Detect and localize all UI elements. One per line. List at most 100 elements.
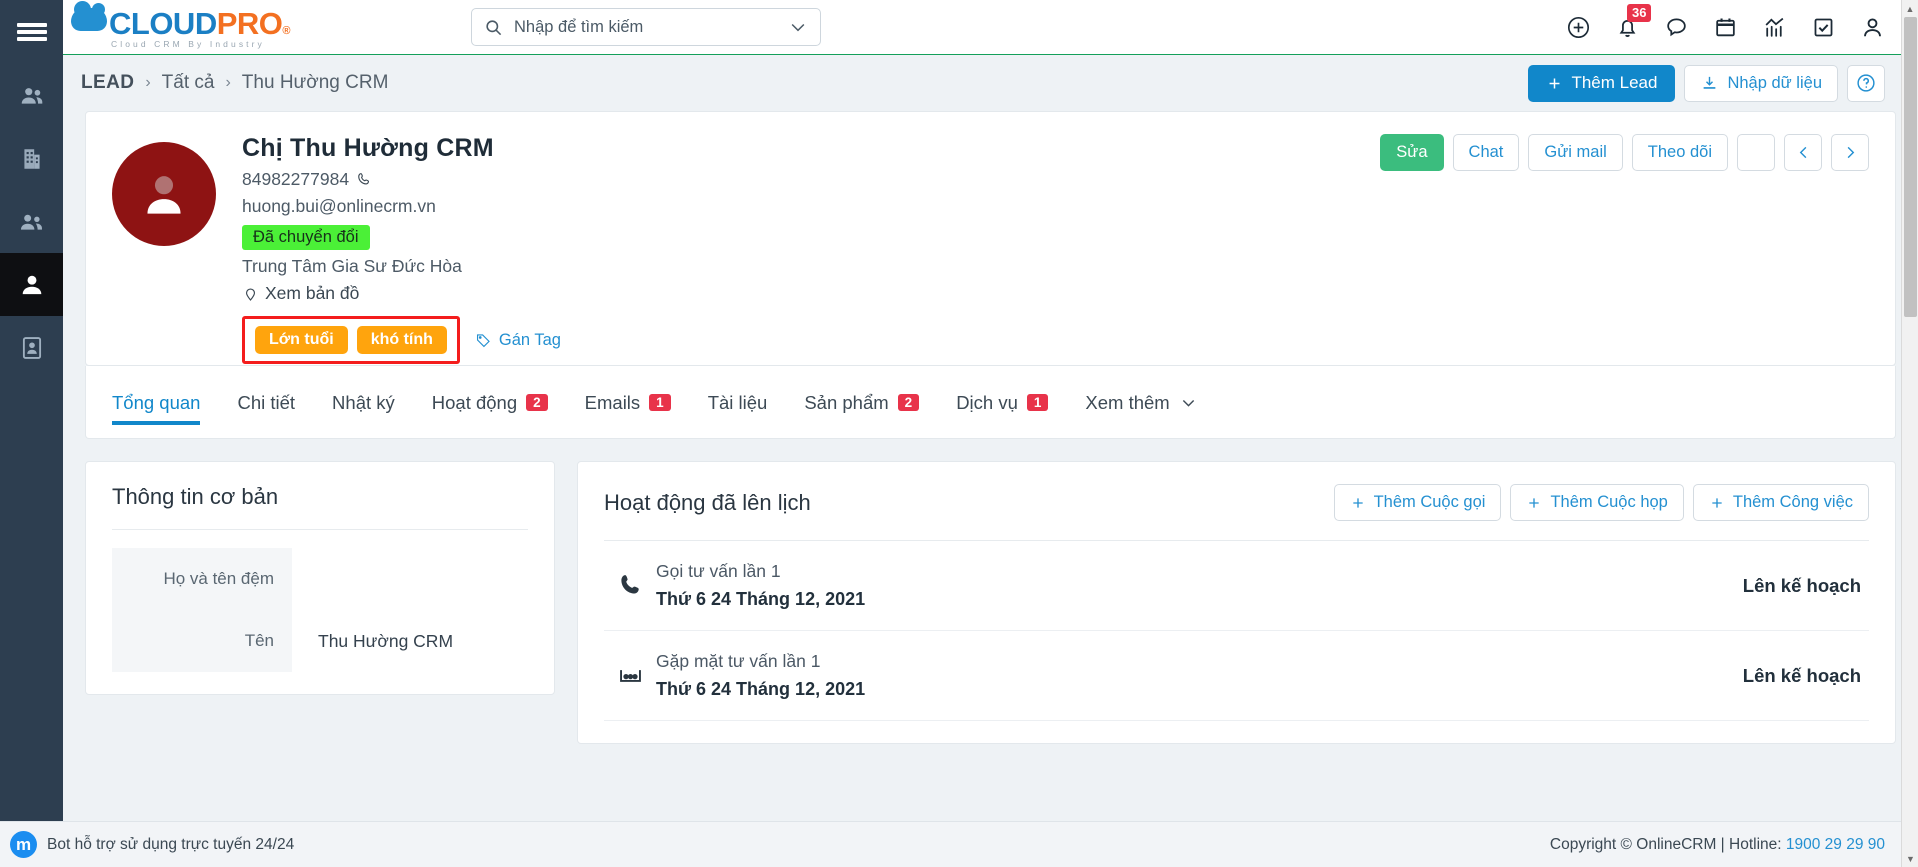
scheduled-action-group: Thêm Cuộc gọi Thêm Cuộc họp Thêm Công vi… xyxy=(1333,484,1869,521)
tab-label: Nhật ký xyxy=(332,391,395,413)
tab-nhat-ky[interactable]: Nhật ký xyxy=(332,366,395,439)
tag-highlight-box: Lớn tuổi khó tính xyxy=(242,316,460,364)
hotline-number[interactable]: 1900 29 29 90 xyxy=(1786,836,1885,853)
sidebar-item-documents[interactable] xyxy=(0,316,63,379)
lead-phone-row[interactable]: 84982277984 xyxy=(242,169,561,190)
sidebar-item-customers[interactable] xyxy=(0,190,63,253)
view-map-link[interactable]: Xem bản đồ xyxy=(242,283,561,304)
scheduled-activities-column: Hoạt động đã lên lịch Thêm Cuộc gọi Thêm… xyxy=(577,461,1896,744)
cloud-icon xyxy=(71,0,107,31)
tag-item[interactable]: Lớn tuổi xyxy=(255,326,348,354)
logo-pro-text: PRO xyxy=(216,5,283,41)
avatar xyxy=(112,142,216,246)
crm-application: CLOUD PRO ® Cloud CRM By Industry Nhập để … xyxy=(0,0,1918,867)
chevron-down-icon[interactable] xyxy=(788,17,808,37)
import-data-label: Nhập dữ liệu xyxy=(1727,73,1822,92)
tab-emails[interactable]: Emails 1 xyxy=(585,366,671,439)
notifications-button[interactable]: 36 xyxy=(1615,3,1652,40)
reports-button[interactable] xyxy=(1762,15,1787,40)
sidebar-item-lead[interactable] xyxy=(0,253,63,316)
add-lead-button[interactable]: Thêm Lead xyxy=(1528,64,1676,102)
task-checkbox-icon xyxy=(1814,18,1833,36)
scrollbar-thumb[interactable] xyxy=(1904,17,1917,317)
tab-label: Dịch vụ xyxy=(956,391,1018,413)
add-task-label: Thêm Công việc xyxy=(1732,493,1853,511)
field-label: Họ và tên đệm xyxy=(112,548,292,610)
footer-bar: m Bot hỗ trợ sử dụng trực tuyến 24/24 Co… xyxy=(0,821,1918,867)
page-scrollbar[interactable]: ▲ ▼ xyxy=(1901,0,1918,867)
tab-label: Tổng quan xyxy=(112,391,201,413)
tab-label: Emails xyxy=(584,391,641,413)
tab-tai-lieu[interactable]: Tài liệu xyxy=(708,366,768,439)
tab-san-pham[interactable]: Sản phẩm 2 xyxy=(804,366,920,439)
tag-row: Lớn tuổi khó tính Gán Tag xyxy=(242,316,561,364)
add-call-button[interactable]: Thêm Cuộc gọi xyxy=(1333,484,1502,521)
plus-icon xyxy=(1550,78,1560,88)
avatar-person-icon xyxy=(147,176,181,214)
sidebar-item-company[interactable] xyxy=(0,127,63,190)
previous-record-button[interactable] xyxy=(1784,134,1822,171)
header-icon-group: 36 xyxy=(1566,3,1918,40)
customer-icon xyxy=(20,214,42,230)
lead-name: Chị Thu Hường CRM xyxy=(242,134,494,162)
add-task-button[interactable]: Thêm Công việc xyxy=(1692,484,1869,521)
activity-icon-wrap xyxy=(604,662,656,689)
edit-button[interactable]: Sửa xyxy=(1380,134,1444,171)
hamburger-menu-button[interactable] xyxy=(0,0,63,64)
add-new-button[interactable] xyxy=(1566,15,1591,40)
tab-badge: 2 xyxy=(526,394,548,411)
panel-title: Hoạt động đã lên lịch xyxy=(604,489,811,515)
calendar-button[interactable] xyxy=(1713,15,1738,40)
tasks-button[interactable] xyxy=(1811,15,1836,40)
tab-badge: 2 xyxy=(897,394,920,411)
plus-icon xyxy=(1712,497,1722,508)
breadcrumb-all[interactable]: Tất cả xyxy=(162,72,215,94)
breadcrumb-root[interactable]: LEAD xyxy=(81,72,134,94)
top-header-bar: CLOUD PRO ® Cloud CRM By Industry Nhập để … xyxy=(63,0,1918,55)
lead-company: Trung Tâm Gia Sư Đức Hòa xyxy=(242,256,462,276)
field-value[interactable]: Thu Hường CRM xyxy=(292,631,453,652)
basic-info-column: Thông tin cơ bản Họ và tên đệm Tên Thu H… xyxy=(85,461,555,744)
plus-icon xyxy=(1352,497,1363,508)
activity-text: Gọi tư vấn lần 1 Thứ 6 24 Tháng 12, 2021 xyxy=(656,561,865,610)
more-options-button[interactable] xyxy=(1737,134,1775,171)
app-logo[interactable]: CLOUD PRO ® Cloud CRM By Industry xyxy=(71,0,306,49)
tab-badge: 1 xyxy=(649,394,671,411)
add-meeting-button[interactable]: Thêm Cuộc họp xyxy=(1510,484,1684,521)
lead-profile-card: Chị Thu Hường CRM 84982277984 huong.bui@… xyxy=(85,111,1896,366)
tab-label: Xem thêm xyxy=(1085,391,1170,413)
scheduled-header: Hoạt động đã lên lịch Thêm Cuộc gọi Thêm… xyxy=(604,484,1869,521)
tab-chi-tiet[interactable]: Chi tiết xyxy=(237,366,295,439)
activity-row[interactable]: Gọi tư vấn lần 1 Thứ 6 24 Tháng 12, 2021… xyxy=(604,541,1869,631)
tag-item[interactable]: khó tính xyxy=(356,326,447,354)
tab-dich-vu[interactable]: Dịch vụ 1 xyxy=(956,366,1049,439)
import-data-button[interactable]: Nhập dữ liệu xyxy=(1684,64,1838,102)
sidebar-item-contacts[interactable] xyxy=(0,64,63,127)
scroll-up-arrow-icon[interactable]: ▲ xyxy=(1902,0,1918,17)
tab-tong-quan[interactable]: Tổng quan xyxy=(112,366,201,439)
next-record-button[interactable] xyxy=(1831,134,1869,171)
user-account-button[interactable] xyxy=(1860,15,1885,40)
help-button[interactable] xyxy=(1847,64,1885,102)
scroll-down-arrow-icon[interactable]: ▼ xyxy=(1902,850,1918,867)
messenger-icon: m xyxy=(10,831,37,858)
activity-row[interactable]: Gặp mặt tư vấn lần 1 Thứ 6 24 Tháng 12, … xyxy=(604,631,1869,721)
tab-hoat-dong[interactable]: Hoạt động 2 xyxy=(432,366,548,439)
global-search-box[interactable]: Nhập để tìm kiếm xyxy=(471,8,821,46)
send-mail-button[interactable]: Gửi mail xyxy=(1528,134,1623,171)
follow-button[interactable]: Theo dõi xyxy=(1631,134,1728,171)
lead-info: Chị Thu Hường CRM 84982277984 huong.bui@… xyxy=(242,134,561,364)
assign-tag-button[interactable]: Gán Tag xyxy=(475,331,561,350)
activity-date: Thứ 6 24 Tháng 12, 2021 xyxy=(656,679,866,699)
add-meeting-label: Thêm Cuộc họp xyxy=(1550,493,1668,511)
support-bot-link[interactable]: m Bot hỗ trợ sử dụng trực tuyến 24/24 xyxy=(10,831,294,858)
logo-cloud-text: CLOUD xyxy=(71,0,217,42)
analytics-chart-icon xyxy=(1765,17,1784,37)
lead-email[interactable]: huong.bui@onlinecrm.vn xyxy=(242,196,561,217)
phone-icon xyxy=(358,173,370,185)
contacts-group-icon xyxy=(21,87,42,104)
tab-xem-them[interactable]: Xem thêm xyxy=(1085,366,1197,439)
chat-button[interactable]: Chat xyxy=(1452,134,1520,171)
chat-button[interactable] xyxy=(1664,15,1689,40)
activity-date: Thứ 6 24 Tháng 12, 2021 xyxy=(656,589,866,609)
